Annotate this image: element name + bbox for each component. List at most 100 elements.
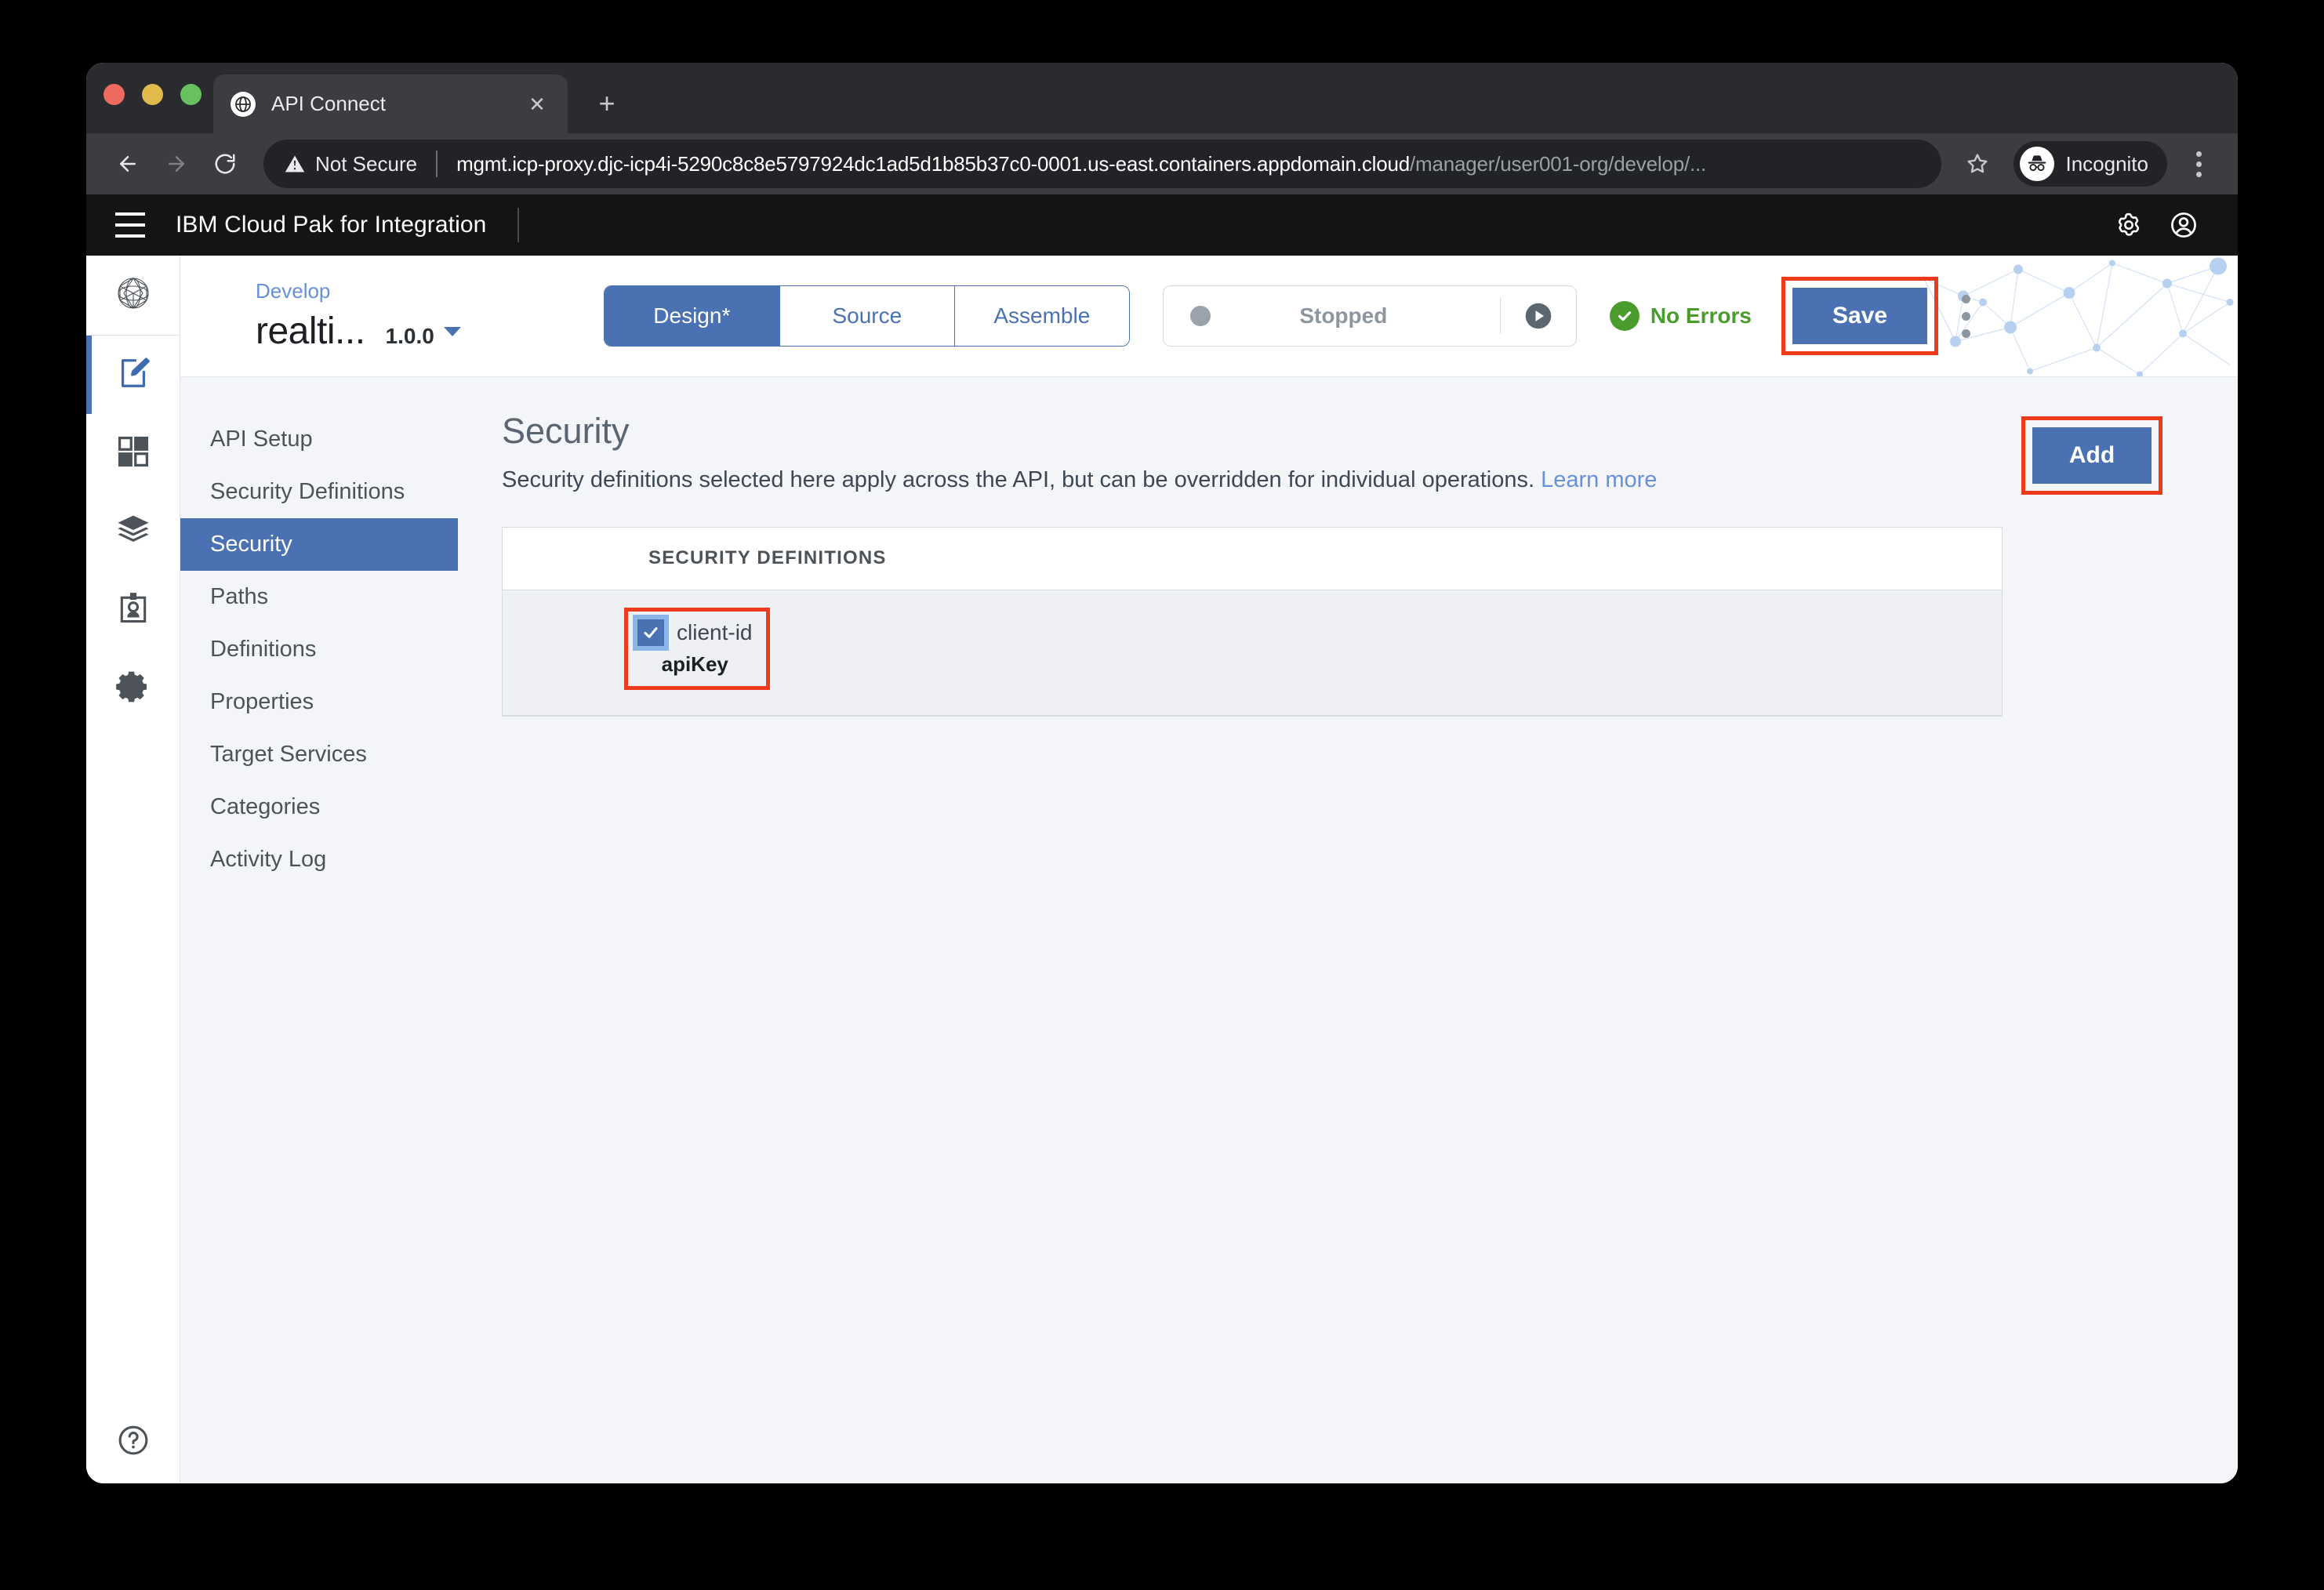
app-title: IBM Cloud Pak for Integration [176, 212, 487, 238]
security-definition-type: apiKey [661, 652, 728, 676]
content-header-row: Security Security definitions selected h… [502, 412, 2162, 496]
sidebar-item-definitions[interactable]: Definitions [180, 623, 458, 676]
three-dot-menu-icon[interactable] [1949, 285, 1984, 347]
back-arrow-icon[interactable] [105, 141, 151, 187]
api-status-control: Stopped [1162, 285, 1577, 347]
window-traffic-lights [103, 84, 202, 105]
page-title: realti... [256, 310, 365, 352]
play-circle-icon[interactable] [1501, 299, 1576, 332]
security-definition-top: client-id [633, 614, 753, 651]
sidebar-item-security-definitions[interactable]: Security Definitions [180, 466, 458, 518]
layers-icon [115, 512, 151, 552]
error-status: No Errors [1609, 301, 1752, 331]
content-header-text: Security Security definitions selected h… [502, 412, 2021, 496]
sidebar-item-categories[interactable]: Categories [180, 781, 458, 833]
bookmark-star-icon[interactable] [1955, 142, 1999, 186]
sidebar-item-dashboard[interactable] [86, 414, 180, 492]
sidebar-item-settings[interactable] [86, 649, 180, 728]
tab-source[interactable]: Source [779, 286, 954, 346]
learn-more-link[interactable]: Learn more [1541, 467, 1657, 492]
forward-arrow-icon[interactable] [154, 141, 199, 187]
maximize-window-button[interactable] [180, 84, 202, 105]
sidebar-item-catalogs[interactable] [86, 492, 180, 571]
sidebar-item-api-setup[interactable]: API Setup [180, 413, 458, 466]
reload-icon[interactable] [202, 141, 248, 187]
mode-tab-group: Design* Source Assemble [603, 285, 1130, 347]
edit-document-icon [115, 355, 151, 395]
tiles-icon [116, 434, 151, 473]
table-body: client-id apiKey [503, 590, 2002, 716]
three-dot-menu-icon[interactable] [2178, 141, 2219, 187]
url-path: /manager/user001-org/develop/... [1410, 151, 1707, 176]
content-main: Security Security definitions selected h… [458, 377, 2238, 1483]
security-definition-highlight: client-id apiKey [624, 607, 771, 690]
sidebar-item-target-services[interactable]: Target Services [180, 728, 458, 781]
close-window-button[interactable] [103, 84, 125, 105]
main-column: Develop realti... 1.0.0 Design* Source A… [180, 256, 2238, 1483]
table-row: client-id apiKey [503, 607, 2002, 690]
api-subnav: API Setup Security Definitions Security … [180, 377, 458, 1483]
globe-icon [231, 91, 256, 117]
rail-spacer [86, 728, 180, 1397]
profile-label: Incognito [2065, 151, 2148, 176]
sidebar-item-platform-logo[interactable] [86, 256, 180, 336]
sidebar-item-security[interactable]: Security [180, 518, 458, 571]
user-avatar-icon[interactable] [2156, 198, 2211, 252]
section-title: Security [502, 411, 630, 451]
url-host: mgmt.icp-proxy.djc-icp4i-5290c8c8e579792… [456, 151, 1410, 176]
sidebar-item-consumers[interactable] [86, 571, 180, 649]
browser-tab-title: API Connect [271, 92, 386, 115]
api-title-row: realti... 1.0.0 [256, 310, 461, 353]
left-rail-nav [86, 256, 180, 1483]
hamburger-menu-icon[interactable] [102, 197, 158, 253]
app-header: IBM Cloud Pak for Integration [86, 194, 2238, 256]
page-content: IBM Cloud Pak for Integration Develop re… [86, 194, 2238, 1483]
body-row: Develop realti... 1.0.0 Design* Source A… [86, 256, 2238, 1483]
security-definitions-table: SECURITY DEFINITIONS client-id apiKey [502, 526, 2003, 717]
api-title-block: Develop realti... 1.0.0 [256, 279, 461, 353]
add-button-highlight: Add [2021, 416, 2162, 495]
minimize-window-button[interactable] [142, 84, 163, 105]
question-circle-icon[interactable] [86, 1397, 180, 1483]
content-row: API Setup Security Definitions Security … [180, 377, 2238, 1483]
address-bar[interactable]: Not Secure mgmt.icp-proxy.djc-icp4i-5290… [263, 140, 1942, 188]
browser-tab[interactable]: API Connect ✕ [213, 74, 568, 133]
close-icon[interactable]: ✕ [524, 94, 550, 114]
save-button-highlight: Save [1781, 277, 1938, 355]
api-version-label[interactable]: 1.0.0 [386, 324, 434, 349]
add-button[interactable]: Add [2032, 427, 2152, 484]
id-badge-icon [116, 591, 151, 630]
status-badge: Stopped [1299, 303, 1388, 328]
table-header-row: SECURITY DEFINITIONS [503, 527, 2002, 590]
warning-triangle-icon [284, 153, 306, 175]
api-header: Develop realti... 1.0.0 Design* Source A… [180, 256, 2238, 377]
table-column-header: SECURITY DEFINITIONS [648, 547, 887, 569]
checkbox-client-id[interactable] [633, 614, 669, 651]
url-text: mgmt.icp-proxy.djc-icp4i-5290c8c8e579792… [456, 152, 1706, 176]
header-divider [517, 208, 520, 242]
sidebar-item-develop[interactable] [86, 336, 180, 414]
chevron-down-icon[interactable] [443, 326, 461, 336]
network-sphere-icon [113, 273, 154, 318]
breadcrumb[interactable]: Develop [256, 279, 461, 303]
gear-icon[interactable] [2101, 198, 2156, 252]
browser-window: API Connect ✕ + Not Secure mgmt.icp-prox… [86, 63, 2238, 1483]
site-security-label: Not Secure [315, 151, 418, 176]
gear-icon [115, 670, 151, 708]
section-description-text: Security definitions selected here apply… [502, 466, 1535, 492]
tab-assemble[interactable]: Assemble [953, 286, 1129, 346]
incognito-hat-icon [2020, 147, 2055, 181]
plus-icon[interactable]: + [590, 89, 624, 118]
sidebar-item-activity-log[interactable]: Activity Log [180, 833, 458, 886]
sidebar-item-properties[interactable]: Properties [180, 676, 458, 728]
profile-chip[interactable]: Incognito [2014, 141, 2167, 187]
error-status-label: No Errors [1650, 303, 1752, 328]
omnibox-divider [436, 151, 438, 177]
tab-design[interactable]: Design* [604, 286, 779, 346]
site-security-indicator[interactable]: Not Secure [284, 152, 417, 176]
save-button[interactable]: Save [1792, 288, 1927, 344]
browser-toolbar: Not Secure mgmt.icp-proxy.djc-icp4i-5290… [86, 133, 2238, 194]
security-definition-name: client-id [677, 619, 753, 644]
sidebar-item-paths[interactable]: Paths [180, 571, 458, 623]
security-definition-cell[interactable]: client-id apiKey [633, 614, 753, 677]
